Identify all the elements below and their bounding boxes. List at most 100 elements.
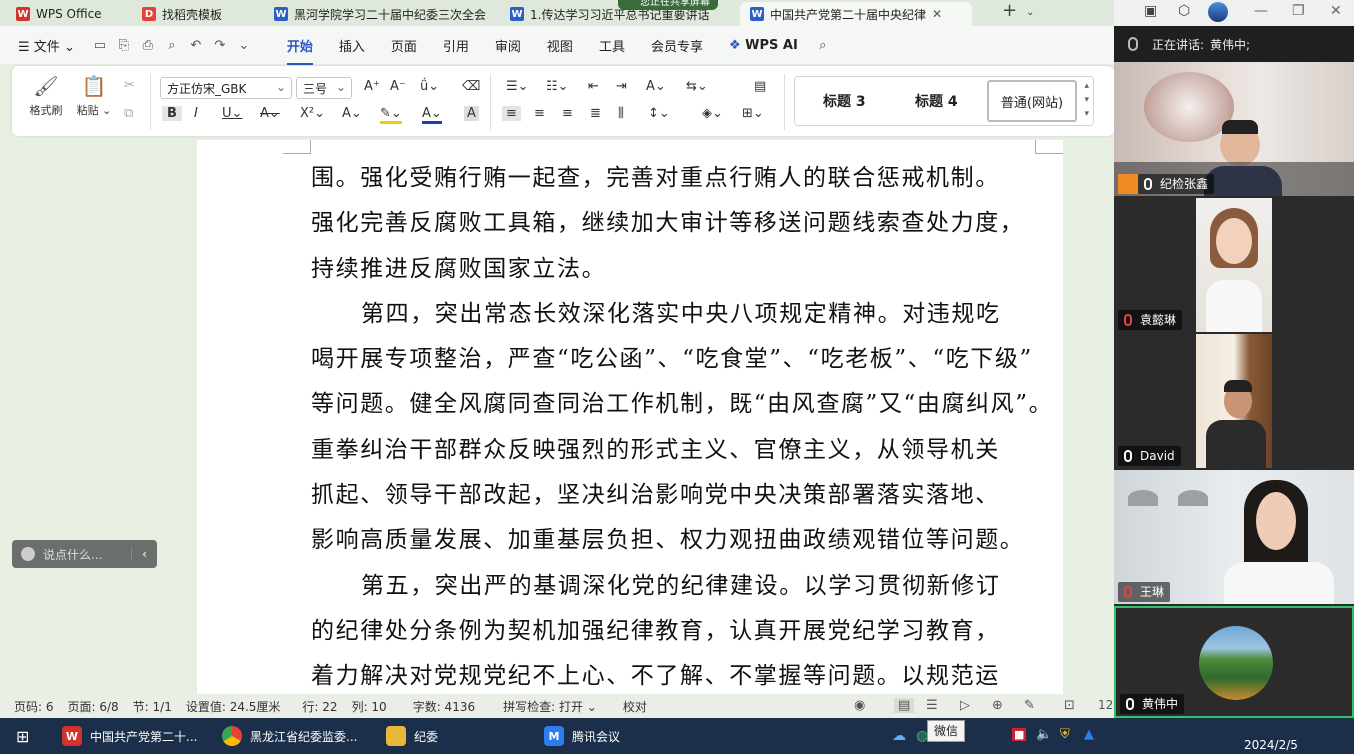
status-page[interactable]: 页面: 6/8: [68, 698, 119, 715]
font-size-select[interactable]: 三号 ⌄: [296, 77, 352, 99]
print-preview-icon[interactable]: ⌕: [163, 38, 181, 53]
distribute-icon[interactable]: ⫼: [618, 106, 624, 121]
underline-icon[interactable]: U⌄: [222, 106, 242, 121]
increase-indent-icon[interactable]: ⇥: [616, 79, 627, 94]
tab-page[interactable]: 页面: [378, 36, 430, 55]
sidebar-toggle-icon[interactable]: ▣: [1144, 3, 1157, 19]
participant-tile-active[interactable]: 黄伟中: [1114, 606, 1354, 718]
cut-icon[interactable]: ✂: [124, 78, 135, 93]
document-line[interactable]: 重拳纠治干部群众反映强烈的形式主义、官僚主义，从领导机关: [311, 428, 1051, 473]
search-icon[interactable]: ⌕: [814, 38, 832, 53]
decrease-font-icon[interactable]: A⁻: [390, 79, 406, 94]
taskbar-item-folder[interactable]: 纪委: [386, 718, 438, 754]
emoji-icon[interactable]: [21, 547, 35, 561]
save-icon[interactable]: ▭: [91, 38, 109, 53]
clear-format-icon[interactable]: ⌫: [462, 79, 480, 94]
font-family-select[interactable]: 方正仿宋_GBK ⌄: [160, 77, 292, 99]
taskbar-item-browser[interactable]: 黑龙江省纪委监委...: [222, 718, 357, 754]
sort-icon[interactable]: ⇆⌄: [686, 79, 708, 94]
border-icon[interactable]: ⊞⌄: [742, 106, 764, 121]
tab-insert[interactable]: 插入: [326, 36, 378, 55]
phonetic-icon[interactable]: ǘ⌄: [420, 79, 439, 94]
tab-review[interactable]: 审阅: [482, 36, 534, 55]
format-painter-button[interactable]: 🖌 格式刷: [24, 74, 68, 118]
italic-icon[interactable]: I: [194, 106, 198, 121]
style-heading-3[interactable]: 标题 3: [823, 91, 866, 111]
font-color-icon[interactable]: A⌄: [422, 106, 442, 124]
numbered-list-icon[interactable]: ☷⌄: [546, 79, 569, 94]
document-line[interactable]: 持续推进反腐败国家立法。: [311, 247, 1051, 292]
status-spellcheck[interactable]: 拼写检查: 打开 ⌄: [489, 698, 597, 715]
tab-tools[interactable]: 工具: [586, 36, 638, 55]
taskbar-item-tencent-meeting[interactable]: M 腾讯会议: [544, 718, 620, 754]
document-line[interactable]: 第五，突出严的基调深化党的纪律建设。以学习贯彻新修订: [311, 564, 1051, 609]
document-body[interactable]: 围。强化受贿行贿一起查，完善对重点行贿人的联合惩戒机制。 强化完善反腐败工具箱，继…: [311, 156, 1052, 694]
strikethrough-icon[interactable]: A⌄: [260, 106, 280, 121]
bold-icon[interactable]: B: [162, 106, 182, 121]
export-icon[interactable]: ⎘: [115, 38, 133, 53]
tab-reference[interactable]: 引用: [430, 36, 482, 55]
style-heading-4[interactable]: 标题 4: [915, 91, 958, 111]
tab-doc-active[interactable]: W 中国共产党第二十届中央纪律 ✕: [740, 2, 972, 26]
chevron-down-icon[interactable]: ⌄: [1026, 7, 1034, 18]
shading-icon[interactable]: ◈⌄: [702, 106, 723, 121]
play-icon[interactable]: ▷: [960, 698, 970, 713]
text-effect-icon[interactable]: A⌄: [342, 106, 362, 121]
print-icon[interactable]: ⎙: [139, 38, 157, 53]
cloud-icon[interactable]: ☁: [892, 728, 906, 744]
style-normal-web[interactable]: 普通(网站): [987, 80, 1077, 122]
close-icon[interactable]: ✕: [1330, 3, 1342, 19]
participant-tile[interactable]: David: [1114, 334, 1354, 468]
tab-member[interactable]: 会员专享: [638, 36, 716, 55]
align-center-icon[interactable]: ≡: [534, 106, 545, 121]
restore-icon[interactable]: ❐: [1292, 3, 1305, 19]
collapse-chevron-icon[interactable]: ‹: [131, 547, 157, 561]
participant-tile[interactable]: 纪检张鑫: [1114, 62, 1354, 196]
document-line[interactable]: 的纪律处分条例为契机加强纪律教育，认真开展党纪学习教育，: [311, 609, 1051, 654]
close-icon[interactable]: ✕: [932, 7, 942, 21]
document-line[interactable]: 第四，突出常态长效深化落实中央八项规定精神。对违规吃: [311, 292, 1051, 337]
meeting-tray-icon[interactable]: ▲: [1084, 727, 1094, 742]
styles-scroll-icon[interactable]: ▴ ▾ ▾: [1084, 79, 1089, 121]
paste-button[interactable]: 📋 粘贴 ⌄: [72, 74, 116, 118]
participant-tile[interactable]: 王琳: [1114, 470, 1354, 604]
taskbar-item-wps[interactable]: W 中国共产党第二十...: [62, 718, 197, 754]
document-line[interactable]: 着力解决对党规党纪不上心、不了解、不掌握等问题。以规范运: [311, 654, 1051, 694]
comment-input-box[interactable]: 说点什么... ‹: [12, 540, 157, 568]
shield-icon[interactable]: ⛨: [1060, 727, 1070, 742]
highlight-icon[interactable]: ✎⌄: [380, 106, 402, 124]
document-page[interactable]: 围。强化受贿行贿一起查，完善对重点行贿人的联合惩戒机制。 强化完善反腐败工具箱，继…: [197, 140, 1063, 694]
document-line[interactable]: 抓起、领导干部改起，坚决纠治影响党中央决策部署落实落地、: [311, 473, 1051, 518]
tab-template[interactable]: D 找稻壳模板: [132, 2, 262, 26]
avatar[interactable]: [1208, 2, 1228, 22]
volume-icon[interactable]: 🔈: [1036, 727, 1052, 742]
add-tab-icon[interactable]: +: [1002, 0, 1017, 21]
line-spacing-icon[interactable]: ↕⌄: [648, 106, 670, 121]
justify-icon[interactable]: ≣: [590, 106, 601, 121]
tab-wps-office[interactable]: W WPS Office: [6, 2, 124, 26]
status-proof[interactable]: 校对: [623, 698, 647, 715]
wps-ai-button[interactable]: ❖ WPS AI: [716, 38, 811, 53]
minimize-icon[interactable]: —: [1254, 3, 1268, 19]
tab-view[interactable]: 视图: [534, 36, 586, 55]
show-marks-icon[interactable]: ▤: [754, 79, 766, 94]
page-view-icon[interactable]: ▤: [894, 698, 915, 713]
file-menu[interactable]: ☰ 文件 ⌄: [0, 36, 88, 55]
bullet-list-icon[interactable]: ☰⌄: [506, 79, 529, 94]
eye-icon[interactable]: ◉: [854, 698, 865, 713]
pen-icon[interactable]: ✎: [1024, 698, 1035, 713]
participant-tile[interactable]: 袁懿琳: [1114, 198, 1354, 332]
char-shading-icon[interactable]: A: [464, 106, 479, 121]
tab-home[interactable]: 开始: [274, 36, 326, 65]
text-direction-icon[interactable]: A⌄: [646, 79, 666, 94]
tab-doc-1[interactable]: W 黑河学院学习二十届中纪委三次全会: [264, 2, 500, 26]
status-word-count[interactable]: 字数: 4136: [413, 698, 475, 715]
taskbar-date[interactable]: 2024/2/5: [1244, 738, 1298, 752]
copy-icon[interactable]: ⧉: [124, 106, 133, 121]
web-view-icon[interactable]: ⊕: [992, 698, 1003, 713]
outline-view-icon[interactable]: ☰: [926, 698, 938, 713]
document-line[interactable]: 影响高质量发展、加重基层负担、权力观扭曲政绩观错位等问题。: [311, 518, 1051, 563]
superscript-icon[interactable]: X²⌄: [300, 106, 325, 121]
document-line[interactable]: 围。强化受贿行贿一起查，完善对重点行贿人的联合惩戒机制。: [311, 156, 1051, 201]
cube-icon[interactable]: ⬡: [1178, 3, 1190, 19]
